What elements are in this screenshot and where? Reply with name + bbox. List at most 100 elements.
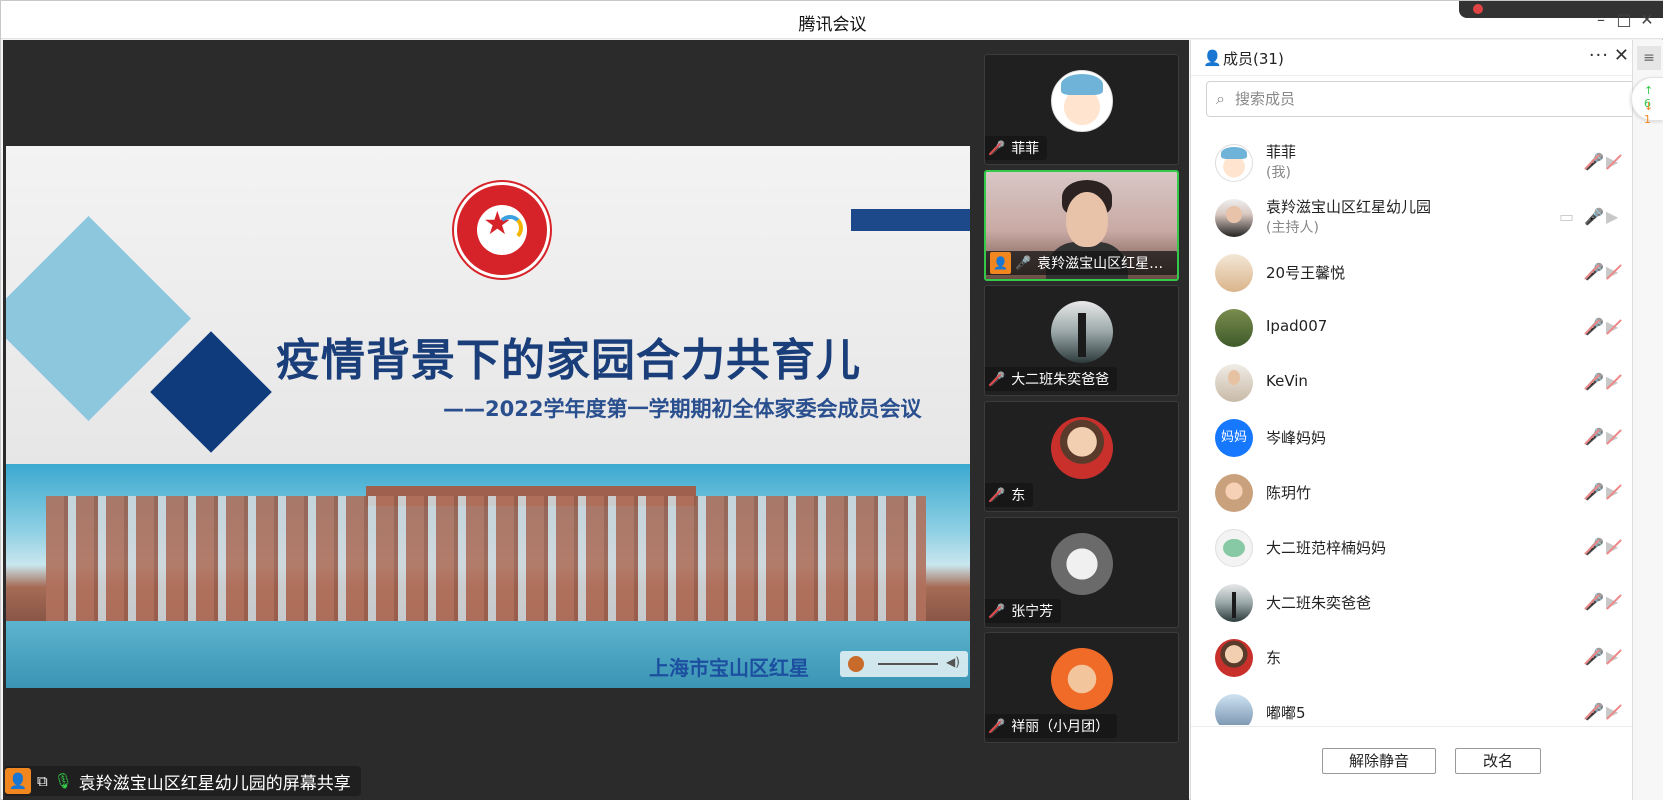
record-dot-icon [1473, 4, 1483, 14]
search-icon: ⌕ [1216, 89, 1225, 108]
list-item[interactable]: 嘟嘟5 🎤 ▶ [1191, 685, 1633, 725]
play-icon[interactable] [848, 656, 864, 672]
member-name: KeVin [1266, 372, 1308, 390]
mic-muted-icon: 🎤 [989, 371, 1006, 387]
avatar [1215, 309, 1253, 347]
list-item[interactable]: KeVin 🎤 ▶ [1191, 355, 1633, 410]
mic-muted-icon: 🎤 [989, 487, 1006, 503]
video-tile-active-speaker[interactable]: 👤 🎤 袁羚滋宝山区红星幼... [984, 170, 1179, 281]
member-search-input[interactable] [1235, 87, 1625, 111]
member-name: 大二班朱奕爸爸 [1266, 594, 1372, 612]
unmute-button[interactable]: 解除静音 [1322, 748, 1436, 774]
mic-on-icon: 🎤 [1014, 255, 1032, 271]
member-name: 嘟嘟5 [1266, 704, 1306, 722]
media-progress[interactable] [878, 663, 938, 665]
mic-muted-icon[interactable]: 🎤 [1584, 702, 1604, 721]
camera-off-icon[interactable]: ▶ [1606, 592, 1618, 611]
mic-muted-icon[interactable]: 🎤 [1584, 372, 1604, 391]
camera-off-icon[interactable]: ▶ [1606, 537, 1618, 556]
mic-muted-icon[interactable]: 🎤 [1584, 262, 1604, 281]
video-tile[interactable]: 🎤 大二班朱奕爸爸 [984, 285, 1179, 396]
camera-off-icon[interactable]: ▶ [1606, 647, 1618, 666]
mic-muted-icon[interactable]: 🎤 [1584, 537, 1604, 556]
person-icon: 👤 [1203, 49, 1222, 67]
camera-off-icon[interactable]: ▶ [1606, 262, 1618, 281]
mic-muted-icon[interactable]: 🎤 [1584, 317, 1604, 336]
member-name: Ipad007 [1266, 317, 1328, 335]
title-bar: 腾讯会议 – □ ✕ [1, 1, 1663, 39]
list-item[interactable]: 妈妈 岑峰妈妈 🎤 ▶ [1191, 410, 1633, 465]
host-badge-icon: 👤 [990, 252, 1011, 274]
camera-off-icon[interactable]: ▶ [1606, 702, 1618, 721]
list-item[interactable]: 袁羚滋宝山区红星幼儿园 (主持人) ▭ 🎤 ▶ [1191, 190, 1633, 245]
video-tile[interactable]: 🎤 东 [984, 401, 1179, 512]
camera-off-icon[interactable]: ▶ [1606, 482, 1618, 501]
close-window-icon[interactable]: ✕ [1636, 9, 1658, 31]
screen-share-icon: ⧉ [37, 772, 48, 790]
tile-name: 张宁芳 [1011, 604, 1054, 620]
meeting-window: 腾讯会议 – □ ✕ ★ 疫情背景下的家园合力共育儿 ——2022学年度第一学期… [0, 0, 1663, 800]
avatar [1215, 364, 1253, 402]
media-controls[interactable]: ◀) [840, 651, 968, 677]
member-name: 菲菲 [1266, 143, 1297, 161]
slide-title: 疫情背景下的家园合力共育儿 [276, 335, 861, 386]
mic-muted-icon[interactable]: 🎤 [1584, 482, 1604, 501]
video-tiles-column: 🎤 菲菲 👤 🎤 袁羚滋宝山区红星幼... 🎤 大二班朱奕爸爸 🎤 东 🎤 张宁… [972, 40, 1189, 800]
decor-bar [851, 209, 970, 231]
tile-name: 祥丽（小月团） [1011, 719, 1110, 735]
list-item[interactable]: 20号王馨悦 🎤 ▶ [1191, 245, 1633, 300]
tile-name: 袁羚滋宝山区红星幼... [1037, 256, 1170, 272]
close-panel-icon[interactable]: ✕ [1614, 45, 1629, 66]
more-options-icon[interactable]: ··· [1589, 45, 1609, 66]
member-name: 20号王馨悦 [1266, 264, 1346, 282]
host-person-icon: 👤 [5, 768, 31, 794]
screen-share-text: 袁羚滋宝山区红星幼儿园的屏幕共享 [78, 773, 351, 794]
members-footer: 解除静音 改名 [1191, 726, 1633, 800]
rename-button[interactable]: 改名 [1455, 748, 1541, 774]
video-tile[interactable]: 🎤 祥丽（小月团） [984, 632, 1179, 743]
video-tile[interactable]: 🎤 菲菲 [984, 54, 1179, 165]
members-title: 成员(31) [1223, 50, 1284, 68]
avatar [1215, 254, 1253, 292]
download-rate: ↓ 1 [1644, 100, 1654, 126]
avatar: 妈妈 [1215, 419, 1253, 457]
video-tile[interactable]: 🎤 张宁芳 [984, 517, 1179, 628]
screen-share-stage[interactable]: ★ 疫情背景下的家园合力共育儿 ——2022学年度第一学期期初全体家委会成员会议… [3, 40, 972, 800]
list-item[interactable]: Ipad007 🎤 ▶ [1191, 300, 1633, 355]
list-item[interactable]: 菲菲 (我) 🎤 ▶ [1191, 135, 1633, 190]
member-search[interactable]: ⌕ [1206, 81, 1640, 117]
cartoon-girl-icon [1051, 70, 1113, 132]
member-list[interactable]: 菲菲 (我) 🎤 ▶ 袁羚滋宝山区红星幼儿园 (主持人) ▭ 🎤 ▶ 20号王馨… [1191, 135, 1633, 725]
slide-footer-text: 上海市宝山区红星 [649, 656, 809, 680]
menu-icon[interactable]: ≡ [1637, 46, 1661, 70]
camera-off-icon[interactable]: ▶ [1606, 152, 1618, 171]
mic-muted-icon[interactable]: 🎤 [1584, 152, 1604, 171]
members-header: 👤 成员(31) ··· ✕ [1191, 40, 1633, 76]
mic-muted-icon[interactable]: 🎤 [1584, 647, 1604, 666]
camera-off-icon[interactable]: ▶ [1606, 317, 1618, 336]
maximize-icon[interactable]: □ [1613, 9, 1635, 31]
camera-off-icon[interactable]: ▶ [1606, 372, 1618, 391]
window-title: 腾讯会议 [798, 15, 867, 35]
member-name: 东 [1266, 649, 1282, 667]
list-item[interactable]: 陈玥竹 🎤 ▶ [1191, 465, 1633, 520]
decor-diamond-dark [150, 331, 272, 453]
mic-on-icon[interactable]: 🎤 [1584, 207, 1604, 226]
camera-icon[interactable]: ▶ [1606, 207, 1618, 226]
list-item[interactable]: 东 🎤 ▶ [1191, 630, 1633, 685]
slide-subtitle: ——2022学年度第一学期期初全体家委会成员会议 [443, 397, 922, 421]
avatar [1215, 144, 1253, 182]
side-toolbar: ≡ [1632, 40, 1663, 800]
camera-off-icon[interactable]: ▶ [1606, 427, 1618, 446]
member-name: 岑峰妈妈 [1266, 429, 1327, 447]
volume-icon[interactable]: ◀) [946, 655, 960, 669]
mic-muted-icon[interactable]: 🎤 [1584, 592, 1604, 611]
member-name: 陈玥竹 [1266, 484, 1312, 502]
screen-share-label: 👤 ⧉ 🎙 袁羚滋宝山区红星幼儿园的屏幕共享 [5, 766, 361, 796]
avatar [1215, 474, 1253, 512]
mic-muted-icon[interactable]: 🎤 [1584, 427, 1604, 446]
minimize-icon[interactable]: – [1590, 9, 1612, 31]
building-image [46, 496, 926, 626]
list-item[interactable]: 大二班范梓楠妈妈 🎤 ▶ [1191, 520, 1633, 575]
list-item[interactable]: 大二班朱奕爸爸 🎤 ▶ [1191, 575, 1633, 630]
